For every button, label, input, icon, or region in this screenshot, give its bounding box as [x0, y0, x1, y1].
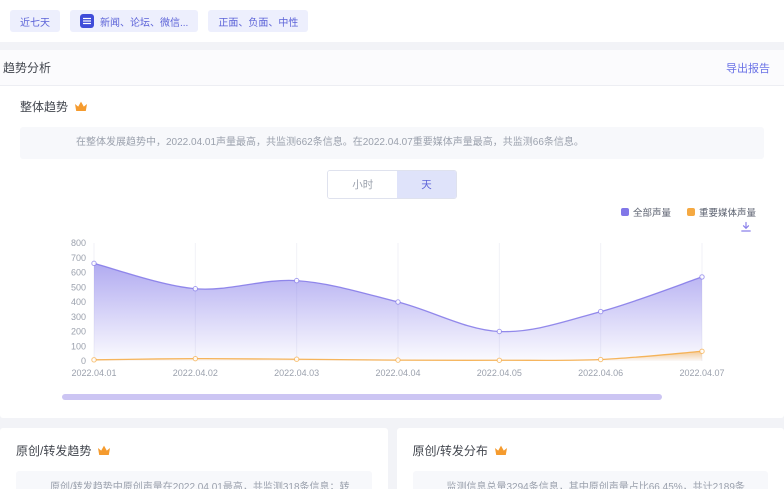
page-title: 趋势分析	[3, 59, 51, 76]
filter-sources-label: 新闻、论坛、微信...	[100, 14, 188, 29]
panel-header: 趋势分析 导出报告	[0, 50, 784, 86]
trend-chart-svg[interactable]: 2022.04.01 2022.04.02 2022.04.03 2022.04.04…	[58, 233, 734, 385]
repost-distribution-summary: 监测信息总量3294条信息，其中原创声量占比66.45%，共计2189条信息；转…	[413, 471, 769, 489]
section-title: 整体趋势	[20, 98, 68, 115]
overall-summary: 在整体发展趋势中，2022.04.01声量最高，共监测662条信息。在2022.…	[20, 127, 764, 159]
source-icon	[80, 14, 94, 28]
chart-legend: 全部声量 重要媒体声量	[20, 205, 764, 219]
crown-icon	[74, 100, 88, 113]
overall-trend-section: 整体趋势 在整体发展趋势中，2022.04.01声量最高，共监测662条信息。在…	[0, 86, 784, 418]
legend-item-total[interactable]: 全部声量	[621, 205, 671, 219]
toggle-hour-button[interactable]: 小时	[328, 171, 397, 198]
trend-analysis-panel: 趋势分析 导出报告 整体趋势 在整体发展趋势中，2022.04.01声量最高，共…	[0, 50, 784, 418]
svg-text:2022.04.06: 2022.04.06	[578, 368, 623, 378]
filter-sources[interactable]: 新闻、论坛、微信...	[70, 10, 198, 32]
filter-bar: 近七天 新闻、论坛、微信... 正面、负面、中性	[0, 0, 784, 42]
repost-distribution-title: 原创/转发分布	[413, 442, 488, 459]
repost-trend-title-row: 原创/转发趋势	[16, 442, 372, 459]
svg-text:2022.04.02: 2022.04.02	[173, 368, 218, 378]
repost-distribution-title-row: 原创/转发分布	[413, 442, 769, 459]
section-title-row: 整体趋势	[20, 98, 764, 115]
granularity-toggle: 小时 天	[327, 170, 457, 199]
download-icon[interactable]	[740, 221, 752, 233]
svg-text:2022.04.04: 2022.04.04	[375, 368, 420, 378]
svg-text:2022.04.05: 2022.04.05	[477, 368, 522, 378]
crown-icon	[494, 444, 508, 457]
repost-trend-summary: 原创/转发趋势中原创声量在2022.04.01最高，共监测318条信息；转发声量…	[16, 471, 372, 489]
svg-text:800: 800	[71, 238, 86, 248]
legend-label-total: 全部声量	[633, 205, 671, 219]
trend-chart[interactable]: 2022.04.01 2022.04.02 2022.04.03 2022.04.04…	[58, 233, 764, 390]
legend-item-media[interactable]: 重要媒体声量	[687, 205, 756, 219]
filter-date-range[interactable]: 近七天	[10, 10, 60, 32]
toggle-day-button[interactable]: 天	[397, 171, 456, 198]
svg-text:200: 200	[71, 327, 86, 337]
legend-swatch-media	[687, 208, 695, 216]
filter-date-range-label: 近七天	[20, 14, 50, 29]
svg-text:2022.04.07: 2022.04.07	[679, 368, 724, 378]
svg-text:2022.04.01: 2022.04.01	[71, 368, 116, 378]
repost-distribution-card: 原创/转发分布 监测信息总量3294条信息，其中原创声量占比66.45%，共计2…	[397, 428, 784, 489]
repost-trend-title: 原创/转发趋势	[16, 442, 91, 459]
svg-text:0: 0	[81, 356, 86, 366]
legend-swatch-total	[621, 208, 629, 216]
crown-icon	[97, 444, 111, 457]
bottom-cards: 原创/转发趋势 原创/转发趋势中原创声量在2022.04.01最高，共监测318…	[0, 428, 784, 489]
svg-text:500: 500	[71, 282, 86, 292]
svg-text:700: 700	[71, 253, 86, 263]
svg-text:600: 600	[71, 268, 86, 278]
filter-sentiment-label: 正面、负面、中性	[218, 14, 298, 29]
svg-text:400: 400	[71, 297, 86, 307]
repost-trend-card: 原创/转发趋势 原创/转发趋势中原创声量在2022.04.01最高，共监测318…	[0, 428, 388, 489]
zoom-slider[interactable]	[62, 394, 662, 400]
export-report-button[interactable]: 导出报告	[726, 60, 770, 76]
svg-text:2022.04.03: 2022.04.03	[274, 368, 319, 378]
svg-text:100: 100	[71, 341, 86, 351]
svg-text:300: 300	[71, 312, 86, 322]
legend-label-media: 重要媒体声量	[699, 205, 756, 219]
filter-sentiment[interactable]: 正面、负面、中性	[208, 10, 308, 32]
chart-toolbar	[20, 221, 764, 233]
